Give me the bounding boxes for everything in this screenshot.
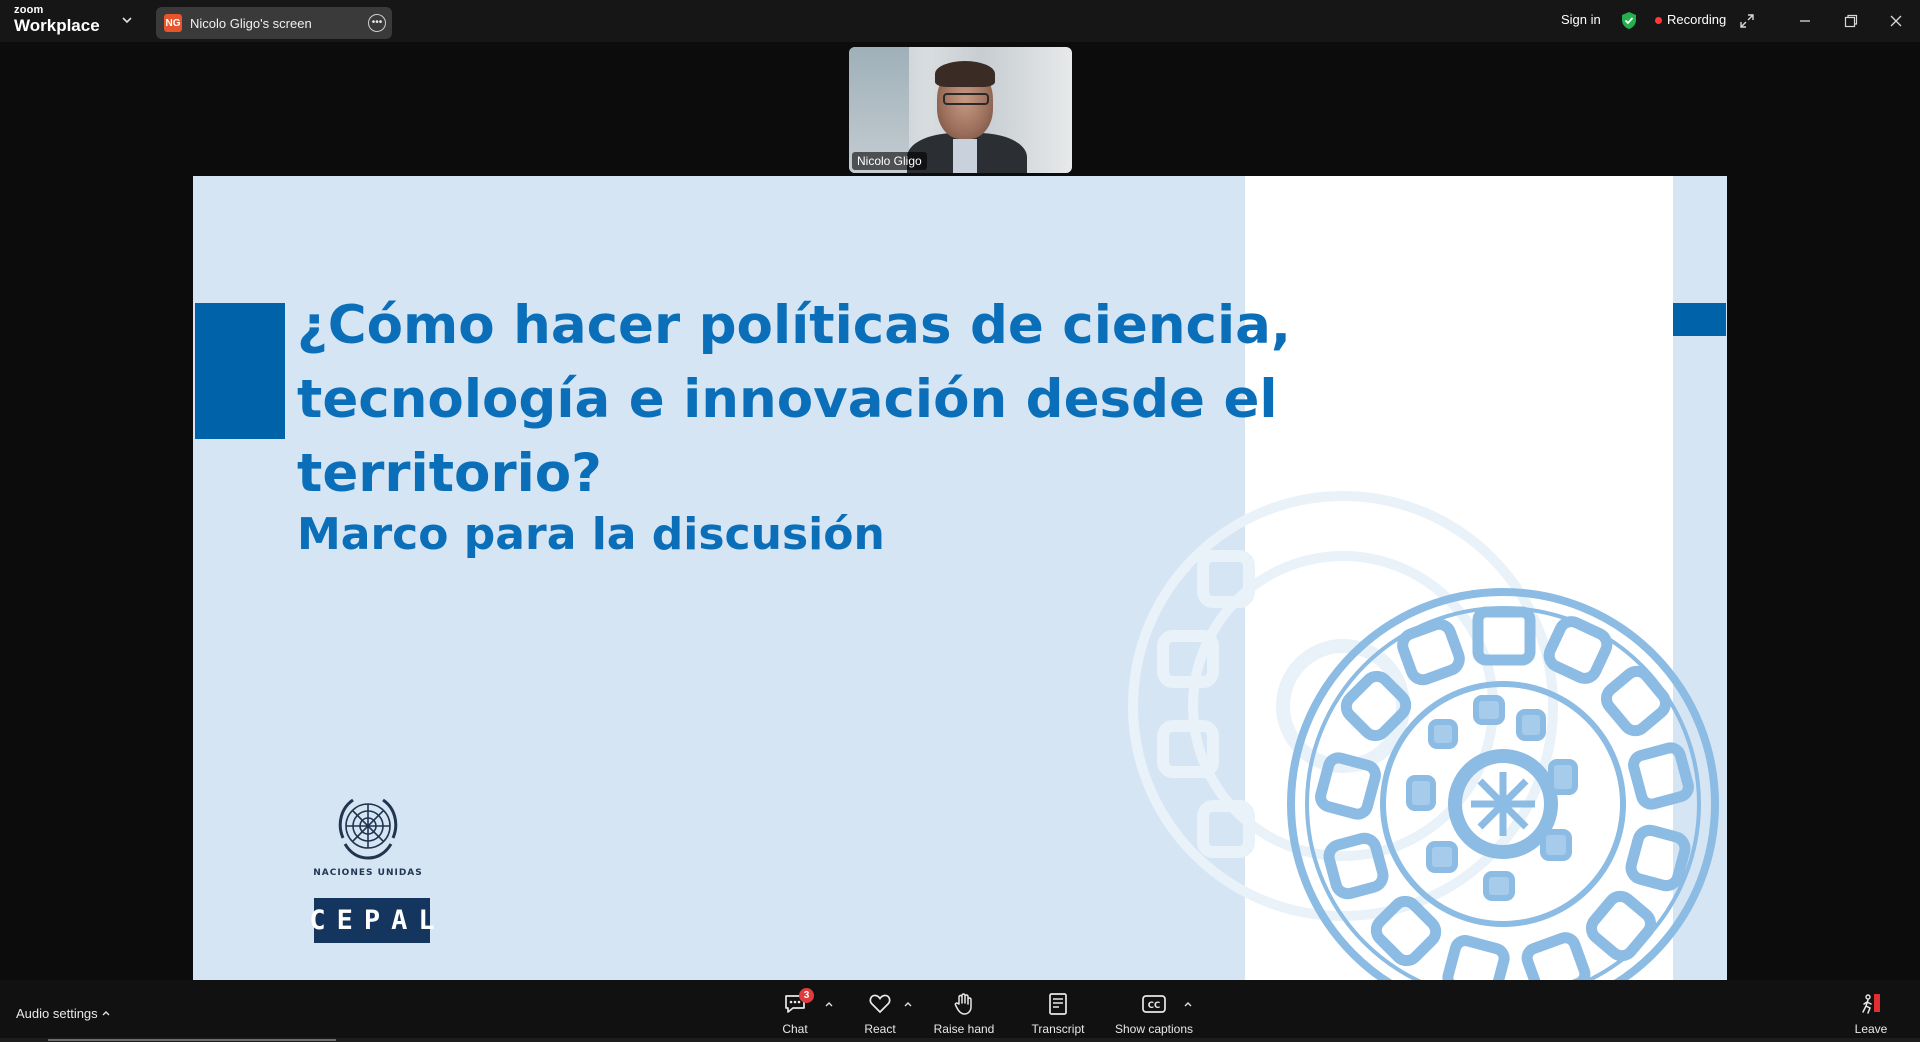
leave-door-icon — [1862, 994, 1880, 1014]
minimize-icon[interactable] — [1796, 12, 1814, 30]
raise-hand-icon — [954, 993, 972, 1015]
expand-icon[interactable] — [1738, 12, 1756, 30]
raise-hand-button[interactable]: Raise hand — [924, 992, 1004, 1038]
react-heart-icon — [869, 994, 891, 1014]
shared-screen-label: Nicolo Gligo's screen — [190, 16, 312, 31]
close-icon[interactable] — [1887, 12, 1905, 30]
transcript-button[interactable]: Transcript — [1018, 992, 1098, 1038]
audio-settings-button[interactable]: Audio settings — [16, 1006, 98, 1021]
chevron-up-icon[interactable] — [101, 1008, 111, 1018]
chat-label: Chat — [782, 1022, 808, 1036]
un-emblem-icon — [338, 798, 398, 860]
recording-label[interactable]: Recording — [1667, 12, 1726, 27]
chevron-up-icon[interactable] — [1183, 999, 1193, 1009]
shield-check-icon[interactable] — [1620, 11, 1638, 30]
shared-slide: ¿Cómo hacer políticas de ciencia, tecnol… — [193, 176, 1727, 981]
cepal-logo-text: CEPAL — [309, 905, 446, 936]
zoom-logo-small: zoom — [14, 4, 44, 16]
bottom-divider — [0, 1038, 1920, 1042]
recording-dot-icon — [1655, 17, 1662, 24]
react-label: React — [864, 1022, 896, 1036]
participant-video[interactable]: Nicolo Gligo — [849, 47, 1072, 173]
video-person-glasses — [943, 93, 989, 105]
slide-title: ¿Cómo hacer políticas de ciencia, tecnol… — [297, 295, 1292, 504]
slide-accent-block-left — [195, 303, 285, 439]
leave-button[interactable]: Leave — [1851, 992, 1891, 1038]
tab-avatar: NG — [164, 14, 182, 32]
slide-accent-block-right — [1673, 303, 1726, 336]
raise-hand-label: Raise hand — [933, 1022, 995, 1036]
restore-icon[interactable] — [1842, 12, 1860, 30]
more-options-icon[interactable]: ••• — [368, 14, 386, 32]
transcript-icon — [1049, 993, 1067, 1015]
shared-screen-tab[interactable]: NG Nicolo Gligo's screen ••• — [156, 7, 392, 39]
meeting-toolbar: Audio settings Chat 3 React Raise hand T… — [0, 980, 1920, 1042]
video-person-hair — [935, 61, 995, 87]
zoom-logo-workplace: Workplace — [14, 16, 100, 35]
chat-unread-badge: 3 — [799, 988, 814, 1003]
cepal-logo: CEPAL — [309, 898, 435, 943]
chevron-up-icon[interactable] — [903, 999, 913, 1009]
transcript-label: Transcript — [1031, 1022, 1085, 1036]
title-bar: zoom Workplace NG Nicolo Gligo's screen … — [0, 0, 1920, 42]
show-captions-label: Show captions — [1114, 1022, 1194, 1036]
un-name-label: Naciones Unidas — [313, 868, 423, 878]
bottom-divider-segment — [48, 1039, 336, 1041]
video-person-shirt — [953, 139, 977, 173]
chevron-down-icon[interactable] — [120, 13, 134, 27]
show-captions-button[interactable]: CC Show captions — [1114, 992, 1194, 1038]
sign-in-link[interactable]: Sign in — [1561, 12, 1601, 27]
leave-label: Leave — [1854, 1022, 1888, 1036]
slide-subtitle: Marco para la discusión — [297, 509, 885, 560]
captions-cc-icon: CC — [1142, 995, 1166, 1013]
cepal-seal-icon — [1287, 588, 1719, 981]
chat-button[interactable]: Chat — [755, 992, 835, 1038]
chevron-up-icon[interactable] — [824, 999, 834, 1009]
participant-name-label: Nicolo Gligo — [852, 152, 927, 170]
zoom-logo: zoom Workplace — [14, 4, 100, 35]
svg-text:CC: CC — [1148, 1001, 1160, 1011]
